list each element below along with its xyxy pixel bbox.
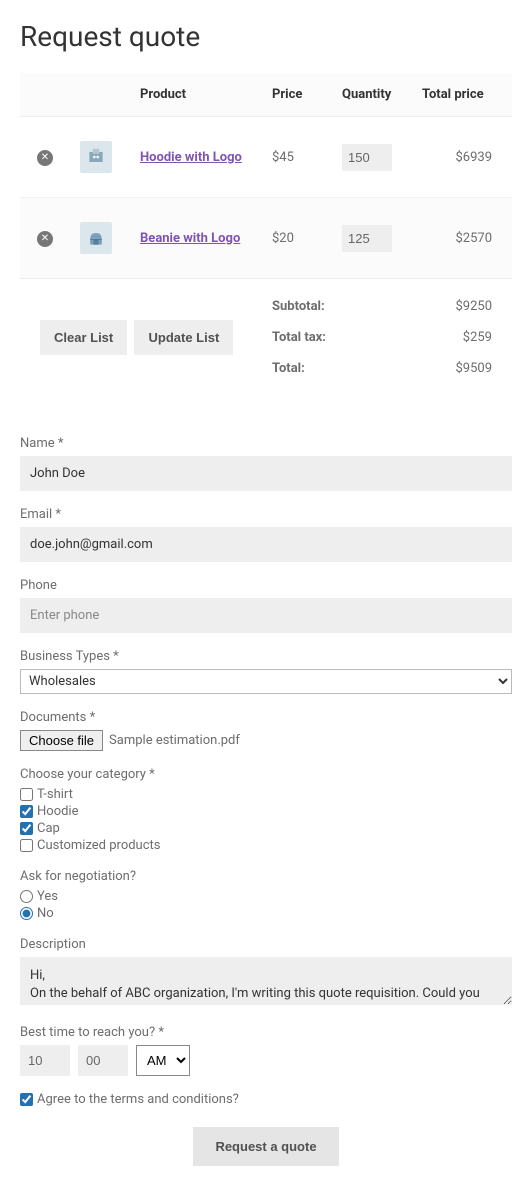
negotiation-radio[interactable] bbox=[20, 890, 33, 903]
email-input[interactable] bbox=[20, 527, 512, 562]
table-row: ✕ Hoodie with Logo $45 $6939 bbox=[20, 117, 512, 198]
table-row: ✕ Beanie with Logo $20 $2570 bbox=[20, 198, 512, 279]
negotiation-option: Yes bbox=[20, 889, 512, 904]
tax-value: $259 bbox=[432, 330, 492, 345]
negotiation-radio[interactable] bbox=[20, 907, 33, 920]
product-thumb bbox=[80, 141, 112, 173]
row-total: $6939 bbox=[412, 117, 512, 198]
besttime-label: Best time to reach you? * bbox=[20, 1025, 512, 1040]
price-cell: $45 bbox=[262, 117, 332, 198]
col-price: Price bbox=[262, 73, 332, 117]
business-label: Business Types * bbox=[20, 649, 512, 664]
email-label: Email * bbox=[20, 507, 512, 522]
name-label: Name * bbox=[20, 436, 512, 451]
price-cell: $20 bbox=[262, 198, 332, 279]
total-label: Total: bbox=[272, 361, 352, 376]
remove-item-button[interactable]: ✕ bbox=[37, 231, 53, 247]
col-total: Total price bbox=[412, 73, 512, 117]
negotiation-option-label: Yes bbox=[37, 889, 58, 904]
quantity-input[interactable] bbox=[342, 225, 392, 252]
phone-input[interactable] bbox=[20, 598, 512, 633]
quote-table-wrapper: Product Price Quantity Total price ✕ Hood… bbox=[20, 73, 512, 396]
quote-table: Product Price Quantity Total price ✕ Hood… bbox=[20, 73, 512, 396]
category-option-label: Hoodie bbox=[37, 804, 79, 819]
category-checkbox[interactable] bbox=[20, 839, 33, 852]
total-value: $9509 bbox=[432, 361, 492, 376]
file-name: Sample estimation.pdf bbox=[109, 733, 240, 748]
category-option: Hoodie bbox=[20, 804, 512, 819]
category-label: Choose your category * bbox=[20, 767, 512, 782]
col-product: Product bbox=[130, 73, 262, 117]
update-list-button[interactable]: Update List bbox=[134, 320, 233, 355]
product-link[interactable]: Beanie with Logo bbox=[140, 231, 240, 246]
name-input[interactable] bbox=[20, 456, 512, 491]
tax-label: Total tax: bbox=[272, 330, 352, 345]
negotiation-option: No bbox=[20, 906, 512, 921]
product-thumb bbox=[80, 222, 112, 254]
terms-checkbox[interactable] bbox=[20, 1093, 33, 1106]
remove-item-button[interactable]: ✕ bbox=[37, 150, 53, 166]
row-total: $2570 bbox=[412, 198, 512, 279]
clear-list-button[interactable]: Clear List bbox=[40, 320, 127, 355]
choose-file-button[interactable]: Choose file bbox=[20, 730, 103, 751]
category-option-label: T-shirt bbox=[37, 787, 73, 802]
product-link[interactable]: Hoodie with Logo bbox=[140, 150, 242, 165]
subtotal-label: Subtotal: bbox=[272, 299, 352, 314]
hour-input[interactable] bbox=[20, 1045, 70, 1076]
category-option-label: Customized products bbox=[37, 838, 161, 853]
category-option: T-shirt bbox=[20, 787, 512, 802]
documents-label: Documents * bbox=[20, 710, 512, 725]
minute-input[interactable] bbox=[78, 1045, 128, 1076]
page-title: Request quote bbox=[20, 20, 512, 53]
quantity-input[interactable] bbox=[342, 144, 392, 171]
terms-label: Agree to the terms and conditions? bbox=[37, 1092, 239, 1107]
col-quantity: Quantity bbox=[332, 73, 412, 117]
category-checkbox[interactable] bbox=[20, 788, 33, 801]
negotiation-label: Ask for negotiation? bbox=[20, 869, 512, 884]
submit-button[interactable]: Request a quote bbox=[193, 1127, 338, 1166]
description-textarea[interactable] bbox=[20, 957, 512, 1005]
phone-label: Phone bbox=[20, 578, 512, 593]
description-label: Description bbox=[20, 937, 512, 952]
subtotal-value: $9250 bbox=[432, 299, 492, 314]
category-checkbox[interactable] bbox=[20, 822, 33, 835]
category-option: Customized products bbox=[20, 838, 512, 853]
category-checkbox[interactable] bbox=[20, 805, 33, 818]
business-select[interactable]: Wholesales bbox=[20, 669, 512, 694]
category-option: Cap bbox=[20, 821, 512, 836]
category-option-label: Cap bbox=[37, 821, 60, 836]
period-select[interactable]: AM bbox=[136, 1045, 190, 1076]
negotiation-option-label: No bbox=[37, 906, 54, 921]
